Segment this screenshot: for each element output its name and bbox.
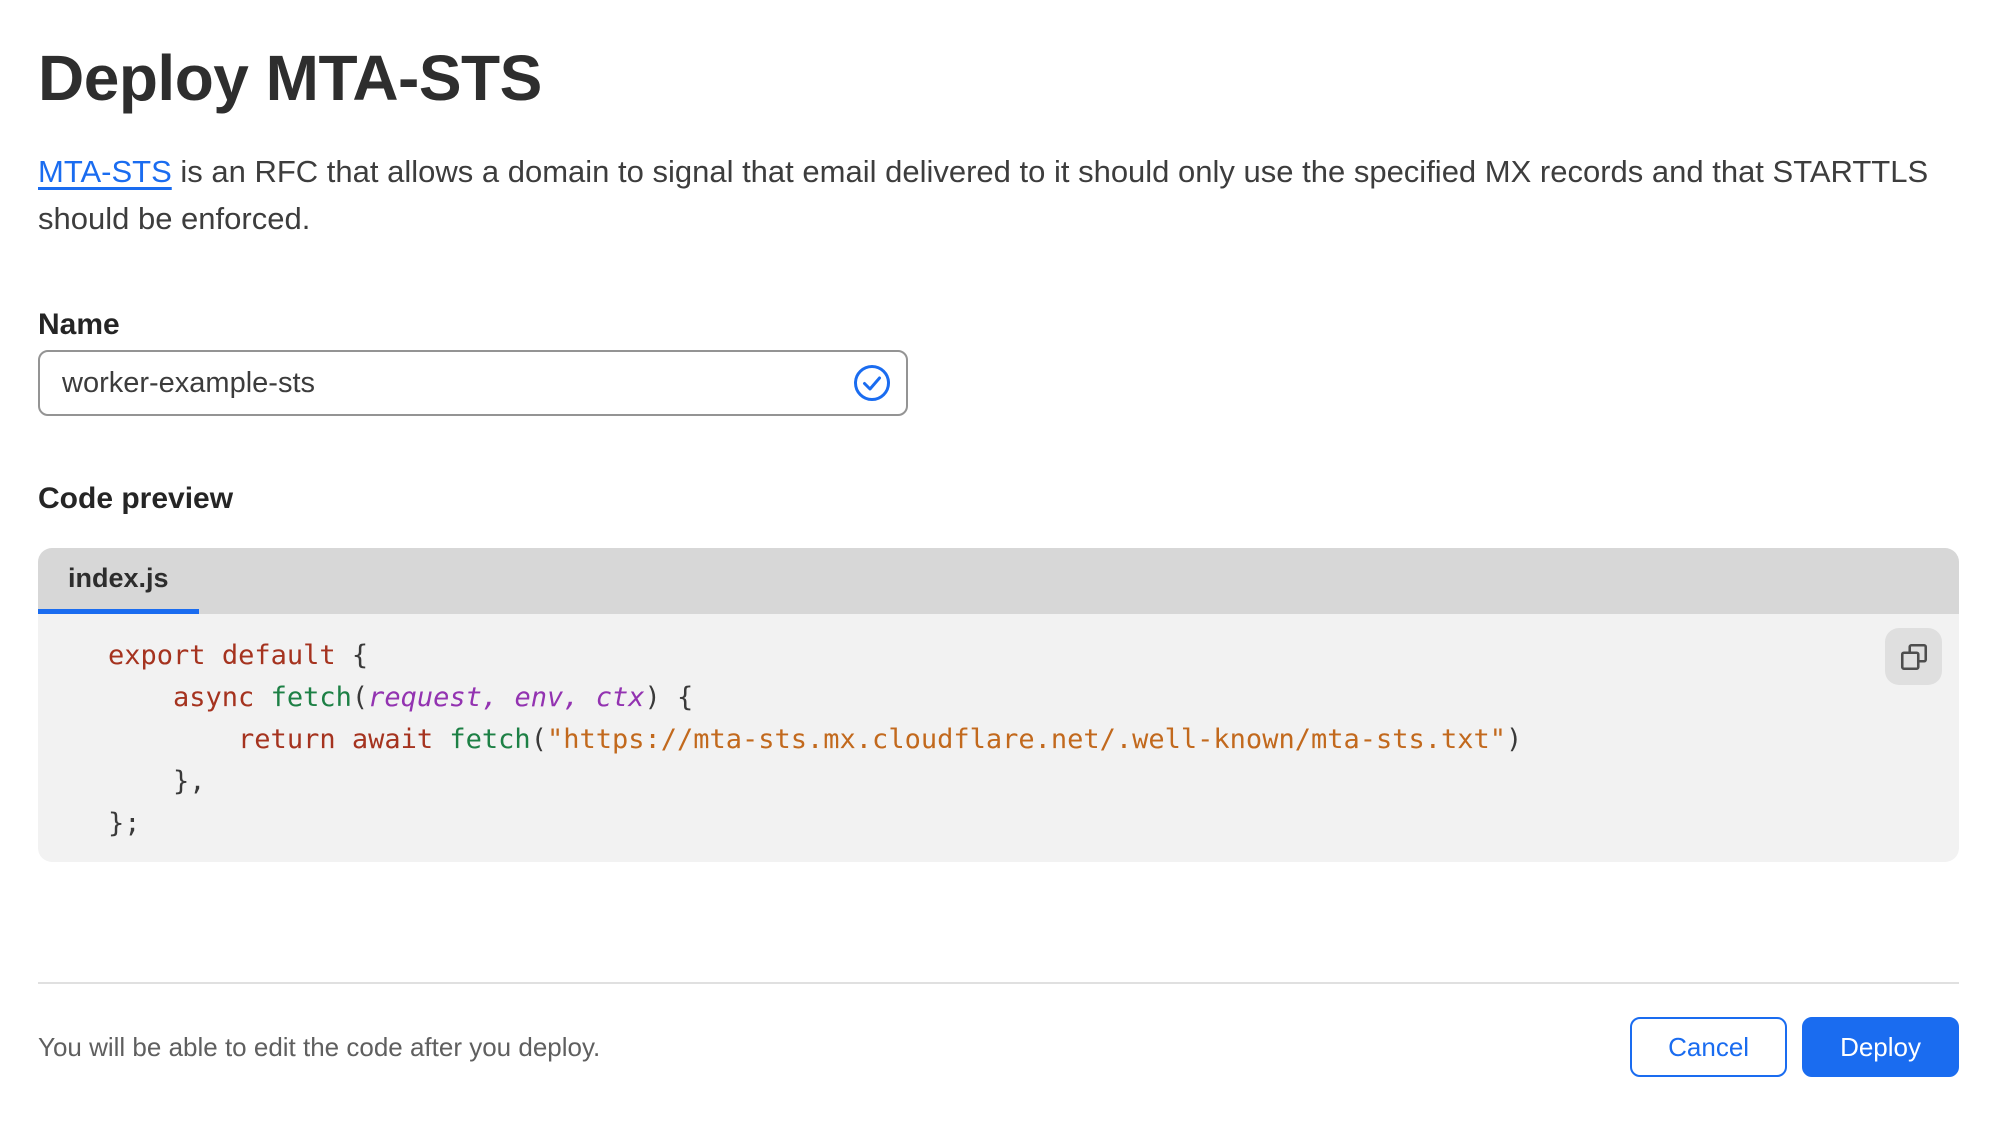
code-preview-label: Code preview bbox=[38, 482, 234, 515]
code-tabbar: index.js bbox=[38, 548, 1959, 614]
intro-line1: is an RFC that allows a domain to signal… bbox=[171, 154, 1929, 189]
footer-divider bbox=[38, 982, 1959, 984]
mta-sts-link[interactable]: MTA-STS bbox=[38, 154, 172, 189]
code-line: export default { bbox=[108, 640, 369, 671]
cancel-button[interactable]: Cancel bbox=[1630, 1017, 1788, 1077]
copy-button[interactable] bbox=[1885, 628, 1942, 685]
page-title: Deploy MTA-STS bbox=[38, 42, 542, 114]
name-input-wrap bbox=[38, 350, 908, 416]
code-line: async fetch(request, env, ctx) { bbox=[173, 682, 694, 713]
code-line: return await fetch("https://mta-sts.mx.c… bbox=[238, 724, 1523, 755]
footer-actions: Cancel Deploy bbox=[1630, 1017, 1959, 1077]
deploy-mta-sts-page: Deploy MTA-STS MTA-STS is an RFC that al… bbox=[0, 0, 1999, 1077]
footer: You will be able to edit the code after … bbox=[38, 1017, 1959, 1077]
code-editor: export default { async fetch(request, en… bbox=[38, 614, 1959, 862]
code-line: }; bbox=[108, 808, 141, 839]
name-label: Name bbox=[38, 308, 120, 341]
intro-line2: should be enforced. bbox=[38, 201, 311, 236]
copy-icon bbox=[1900, 643, 1927, 670]
code-line: }, bbox=[108, 766, 206, 797]
name-input[interactable] bbox=[38, 350, 908, 416]
tab-indexjs[interactable]: index.js bbox=[38, 548, 199, 614]
check-circle-icon bbox=[854, 365, 890, 401]
footer-note: You will be able to edit the code after … bbox=[38, 1031, 601, 1062]
code-lines: export default { async fetch(request, en… bbox=[108, 635, 1879, 845]
intro-text: MTA-STS is an RFC that allows a domain t… bbox=[38, 148, 1959, 242]
deploy-button[interactable]: Deploy bbox=[1802, 1017, 1959, 1077]
code-preview-panel: index.js export default { async fetch(re… bbox=[38, 548, 1959, 862]
